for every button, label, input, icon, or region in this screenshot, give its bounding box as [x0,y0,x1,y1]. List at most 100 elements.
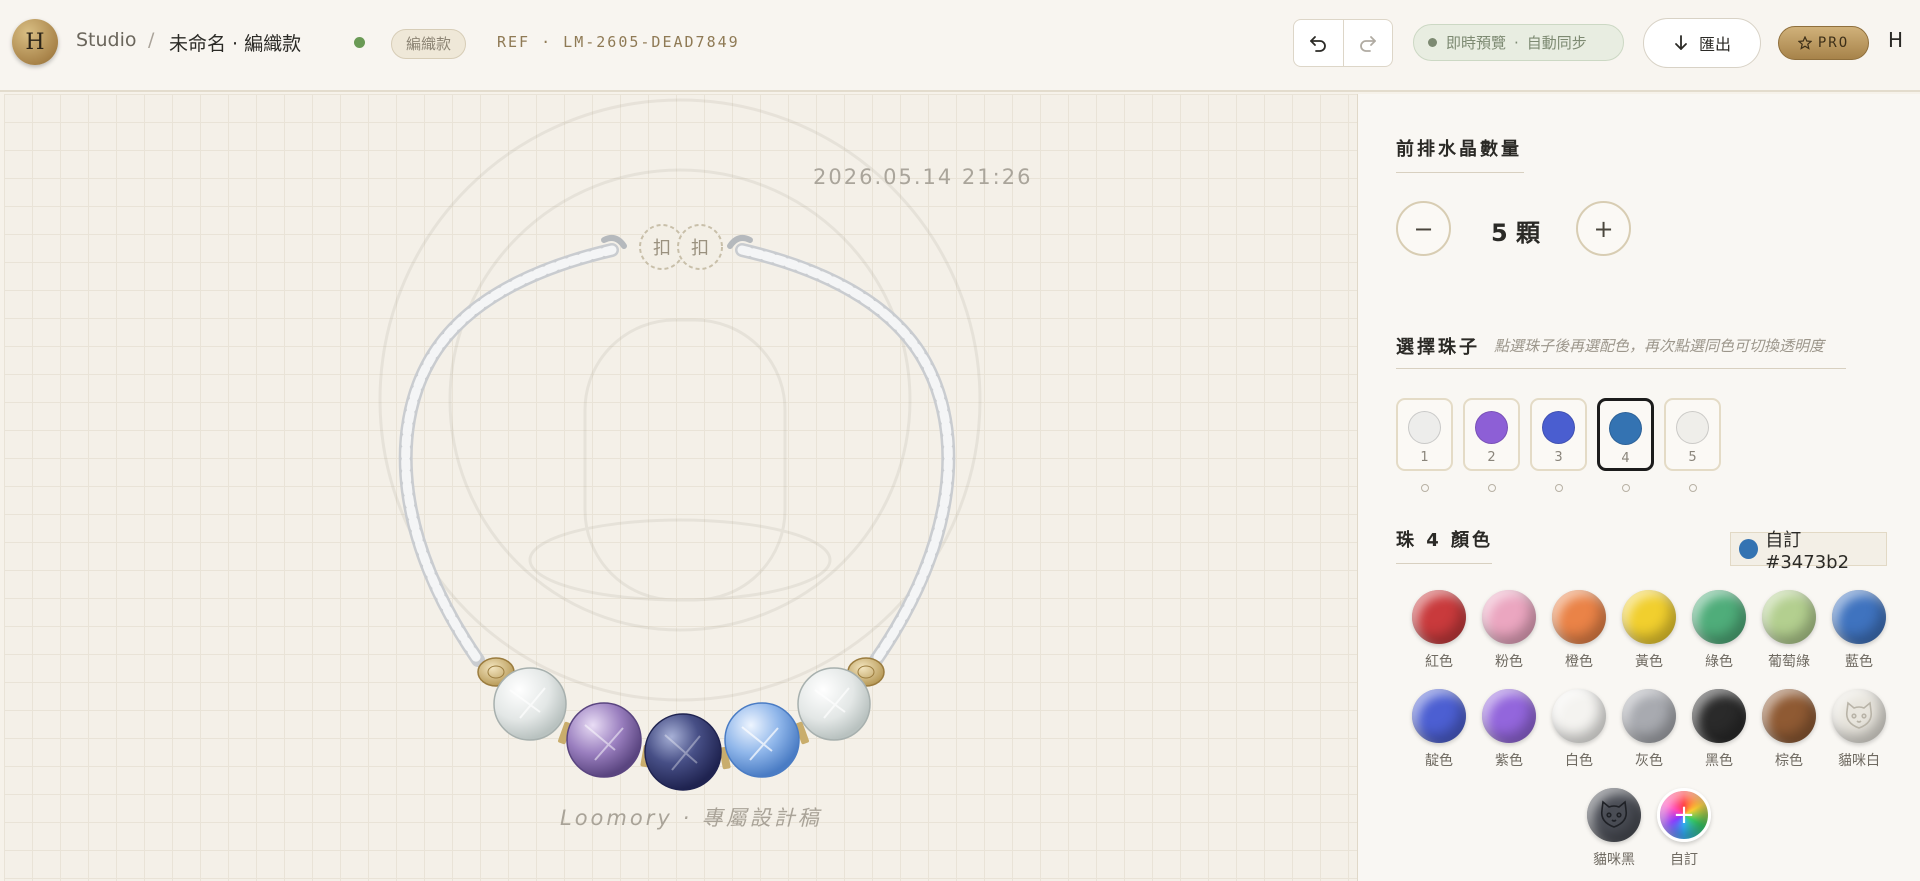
color-swatch-label: 粉色 [1495,654,1523,670]
divider [1396,563,1492,564]
color-swatch-9[interactable]: 紫色 [1474,689,1544,770]
color-swatch-ball [1762,590,1816,644]
bead-opacity-indicator[interactable] [1689,484,1697,492]
color-swatch-label: 黃色 [1635,654,1663,670]
bead-slot-number: 4 [1621,451,1630,466]
color-swatch-ball [1762,689,1816,743]
bead-color-title: 珠 4 顏色 [1396,530,1494,551]
color-swatch-label: 自訂 [1670,852,1698,868]
color-swatch-15[interactable]: 貓咪黑 [1579,788,1649,869]
download-arrow-icon [1675,35,1687,50]
bead-slot-1[interactable]: 1 [1396,398,1453,471]
crystal-bead-3[interactable] [644,713,722,791]
color-swatch-13[interactable]: 棕色 [1754,689,1824,770]
color-swatch-2[interactable]: 粉色 [1474,590,1544,671]
color-swatch-12[interactable]: 黑色 [1684,689,1754,770]
redo-icon [1360,36,1376,52]
crystal-bead-2[interactable] [566,702,642,778]
bead-slot-number: 3 [1554,450,1563,465]
divider [1396,368,1846,369]
color-swatch-label: 貓咪白 [1838,753,1880,769]
sync-label: 自動同步 [1526,34,1587,52]
star-icon [1797,36,1812,50]
color-swatch-10[interactable]: 白色 [1544,689,1614,770]
bead-opacity-indicator[interactable] [1555,484,1563,492]
bead-opacity-indicator[interactable] [1488,484,1496,492]
live-preview-toggle[interactable]: 即時預覽 · 自動同步 [1413,24,1624,61]
braided-cord [398,235,956,667]
crystal-bead-5[interactable] [797,667,871,741]
color-swatch-3[interactable]: 橙色 [1544,590,1614,671]
clasp-left-label: 扣 [653,238,671,259]
color-swatch-16[interactable]: + 自訂 [1649,788,1719,869]
select-bead-title: 選擇珠子 [1396,337,1480,358]
current-color-chip: 自訂 #3473b2 [1730,530,1887,573]
bead-slot-5[interactable]: 5 [1664,398,1721,471]
color-swatch-label: 白色 [1565,753,1593,769]
color-swatch-11[interactable]: 灰色 [1614,689,1684,770]
crystal-count-title: 前排水晶數量 [1396,139,1522,160]
cat-face-icon [1832,689,1886,743]
color-swatch-8[interactable]: 靛色 [1404,689,1474,770]
crystal-bead-1[interactable] [493,667,567,741]
color-swatch-6[interactable]: 葡萄綠 [1754,590,1824,671]
cat-face-icon [1587,788,1641,842]
color-swatch-ball [1622,590,1676,644]
bead-slot-number: 5 [1688,450,1697,465]
export-label: 匯出 [1698,35,1731,54]
current-color-dot [1739,539,1759,559]
color-swatch-4[interactable]: 黃色 [1614,590,1684,671]
bead-slot-swatch [1676,411,1709,444]
color-swatch-label: 靛色 [1425,753,1453,769]
color-swatch-label: 紅色 [1425,654,1453,670]
pro-badge[interactable]: PRO [1778,26,1869,60]
color-swatch-14[interactable]: 貓咪白 [1824,689,1894,770]
select-bead-hint: 點選珠子後再選配色，再次點選同色可切換透明度 [1494,337,1825,355]
bead-slot-3[interactable]: 3 [1530,398,1587,471]
color-swatch-ball [1482,689,1536,743]
clasp-left: 扣 [639,224,685,270]
bead-slot-4[interactable]: 4 [1597,398,1654,471]
bead-slot-number: 2 [1487,450,1496,465]
bead-opacity-indicator[interactable] [1622,484,1630,492]
color-swatch-7[interactable]: 藍色 [1824,590,1894,671]
bead-slot-swatch [1609,412,1642,445]
color-swatch-label: 葡萄綠 [1768,654,1810,670]
bead-slot-number: 1 [1420,450,1429,465]
pro-label: PRO [1817,35,1850,51]
bead-slot-swatch [1542,411,1575,444]
bead-opacity-indicator[interactable] [1421,484,1429,492]
preview-separator: · [1514,33,1519,52]
color-swatch-ball [1412,590,1466,644]
color-swatch-label: 紫色 [1495,753,1523,769]
crystal-count-value: 5 顆 [1491,219,1541,247]
color-swatch-5[interactable]: 綠色 [1684,590,1754,671]
color-swatch-ball [1692,590,1746,644]
increase-count-button[interactable]: + [1576,201,1631,256]
user-initial[interactable]: H [1888,28,1903,52]
color-swatch-label: 黑色 [1705,753,1733,769]
clasp-right-label: 扣 [691,238,709,259]
decrease-count-button[interactable]: − [1396,201,1451,256]
clasp-right: 扣 [677,224,723,270]
watermark [378,98,982,702]
color-swatch-label: 貓咪黑 [1593,852,1635,868]
preview-label: 即時預覽 [1446,34,1507,52]
color-swatch-ball [1552,590,1606,644]
bead-slot-swatch [1408,411,1441,444]
current-color-label: 自訂 #3473b2 [1765,529,1850,573]
color-swatch-ball [1692,689,1746,743]
crystal-bead-4[interactable] [724,702,800,778]
color-swatch-ball [1412,689,1466,743]
canvas-caption: Loomory · 專屬設計稿 [560,806,822,830]
bracelet-preview: 扣 扣 [378,98,982,791]
color-swatch-1[interactable]: 紅色 [1404,590,1474,671]
color-swatch-ball [1552,689,1606,743]
canvas-timestamp: 2026.05.14 21:26 [813,165,1033,189]
bead-slot-2[interactable]: 2 [1463,398,1520,471]
color-swatch-ball [1482,590,1536,644]
color-swatch-label: 橙色 [1565,654,1593,670]
color-swatch-label: 棕色 [1775,753,1803,769]
divider [1396,172,1524,173]
export-button[interactable]: 匯出 [1643,18,1761,68]
